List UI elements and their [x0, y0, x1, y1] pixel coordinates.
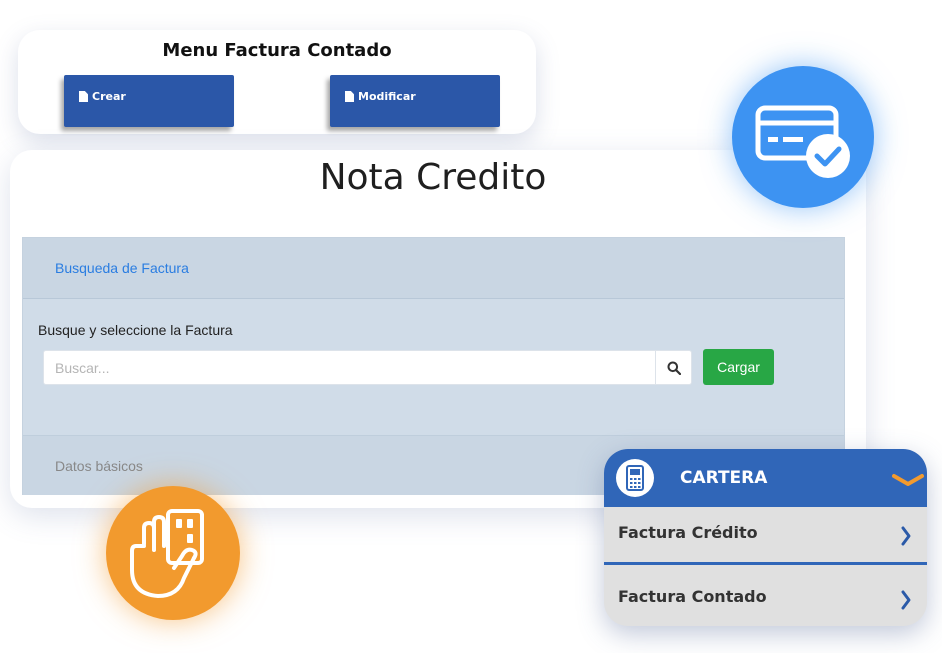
- modificar-button-label: Modificar: [358, 90, 416, 103]
- modificar-button[interactable]: Modificar: [330, 75, 500, 127]
- cartera-icon-badge: [616, 459, 654, 497]
- search-label: Busque y seleccione la Factura: [38, 322, 233, 338]
- cartera-item-factura-credito[interactable]: Factura Crédito: [604, 507, 927, 565]
- document-icon: [79, 91, 88, 102]
- chevron-right-icon: [901, 526, 911, 546]
- cartera-header[interactable]: CARTERA: [604, 449, 927, 507]
- cargar-button-label: Cargar: [717, 359, 760, 375]
- search-group: [43, 350, 692, 385]
- cargar-button[interactable]: Cargar: [703, 349, 774, 385]
- cartera-item-factura-contado[interactable]: Factura Contado: [604, 571, 927, 626]
- busqueda-factura-link[interactable]: Busqueda de Factura: [55, 260, 189, 276]
- crear-button-label: Crear: [92, 90, 126, 103]
- cartera-item-label: Factura Contado: [618, 587, 767, 606]
- chevron-right-icon: [901, 590, 911, 610]
- datos-basicos-label: Datos básicos: [55, 458, 143, 474]
- chevron-down-icon[interactable]: [891, 473, 925, 487]
- menu-factura-contado-card: Menu Factura Contado Crear Modificar: [18, 30, 536, 134]
- search-input[interactable]: [44, 351, 655, 384]
- cartera-title: CARTERA: [680, 468, 768, 488]
- cartera-item-label: Factura Crédito: [618, 523, 758, 542]
- panel-header[interactable]: Busqueda de Factura: [23, 238, 844, 299]
- document-icon: [345, 91, 354, 102]
- search-icon: [667, 361, 681, 375]
- cartera-menu: CARTERA Factura Crédito Factura Contado: [604, 449, 927, 626]
- credit-card-check-icon: [755, 105, 850, 178]
- hand-card-icon: [130, 509, 204, 598]
- menu-title: Menu Factura Contado: [162, 40, 392, 61]
- hand-card-badge: [106, 486, 240, 620]
- crear-button[interactable]: Crear: [64, 75, 234, 127]
- pos-terminal-icon: [626, 465, 644, 491]
- credit-card-badge: [732, 66, 874, 208]
- search-button[interactable]: [655, 351, 692, 384]
